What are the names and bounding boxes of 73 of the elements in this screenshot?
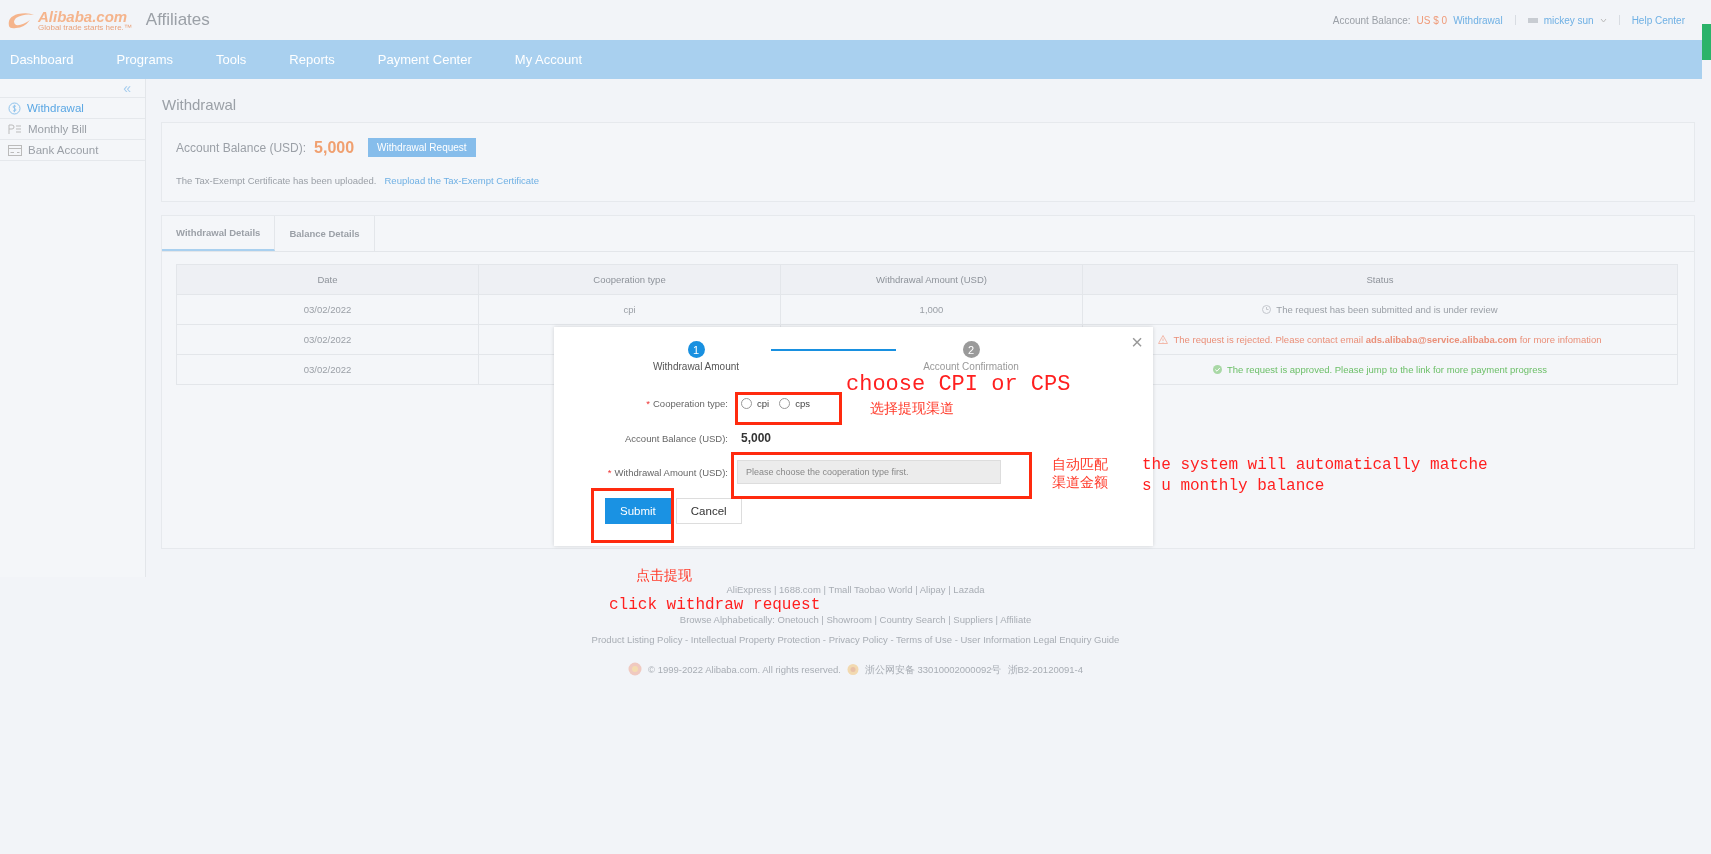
page-title: Withdrawal — [162, 96, 238, 113]
tab[interactable]: Withdrawal Details — [162, 216, 276, 251]
nav-item[interactable]: Reports — [279, 52, 355, 67]
annotation-note: choose CPI or CPS — [846, 373, 1071, 397]
step-number: 2 — [962, 341, 980, 358]
field-label: Account Balance (USD): — [624, 432, 729, 444]
nav-item[interactable]: Programs — [106, 52, 193, 67]
warning-icon — [1158, 334, 1169, 344]
footer-links: Browse Alphabetically: Onetouch | Showroom | Country Search | Suppliers | Affiliate — [679, 614, 1032, 625]
status-text: The request has been submitted and is under review — [1276, 303, 1498, 315]
close-button[interactable]: × — [1131, 332, 1143, 352]
tab[interactable]: Balance Details — [275, 216, 375, 251]
table-cell: 03/02/2022 — [303, 364, 352, 375]
reupload-link[interactable]: Reupload the Tax-Exempt Certificate — [384, 175, 540, 186]
caret-icon — [1599, 17, 1607, 23]
nav-item[interactable]: My Account — [504, 52, 602, 67]
field-label: * Cooperation type: — [645, 398, 729, 409]
table-cell: 1,000 — [919, 304, 944, 315]
app-title: Affiliates — [145, 10, 210, 30]
annotation-note: 选择提现渠道 — [870, 399, 954, 417]
side-tab[interactable] — [1702, 24, 1711, 60]
annotation-note: click withdraw request — [609, 597, 821, 613]
bill-icon — [8, 123, 22, 135]
check-circle-icon — [1213, 364, 1222, 374]
copyright: © 1999-2022 Alibaba.com. All rights reserved. — [648, 663, 841, 675]
certificate-notice: The Tax-Exempt Certificate has been uploaded. — [176, 175, 377, 186]
table-cell: 03/02/2022 — [303, 304, 352, 315]
table-cell: cpi — [623, 304, 636, 315]
withdrawal-request-button[interactable]: Withdrawal Request — [368, 138, 476, 157]
dollar-icon — [8, 101, 21, 115]
step-label: Account Confirmation — [923, 361, 1019, 372]
balance-label: Account Balance (USD): — [176, 140, 307, 155]
logo-tagline: Global trade starts here.™ — [38, 23, 132, 32]
nav-item[interactable]: Dashboard — [0, 52, 94, 67]
license-number: 浙B2-20120091-4 — [1007, 663, 1083, 675]
balance-label: Account Balance: — [1332, 14, 1411, 26]
card-icon — [8, 144, 22, 156]
radio-option[interactable]: cpi — [741, 398, 770, 409]
nav-item[interactable]: Payment Center — [367, 52, 492, 67]
balance-value: 5,000 — [314, 138, 355, 157]
step-label: Withdrawal Amount — [652, 361, 740, 372]
sidebar-item[interactable]: Monthly Bill — [28, 123, 87, 135]
balance-value: 5,000 — [741, 431, 772, 445]
logo-name: Alibaba.com — [38, 8, 128, 24]
sidebar-item[interactable]: Bank Account — [28, 144, 99, 156]
police-record: 浙公网安备 33010002000092号 — [864, 663, 1002, 675]
annotation-note: 点击提现 — [636, 566, 692, 584]
nav-item[interactable]: Tools — [205, 52, 267, 67]
annotation-note: 自动匹配渠道金额 — [1052, 455, 1108, 491]
column-header: Date — [317, 274, 338, 285]
user-menu[interactable]: mickey sun — [1543, 14, 1594, 26]
clock-icon — [1262, 304, 1272, 314]
status-text: The request is rejected. Please contact email ads.alibaba@service.alibaba.com for more infomation — [1173, 333, 1602, 345]
sidebar-item[interactable]: Withdrawal — [27, 102, 84, 114]
emblem-icon — [628, 662, 642, 676]
submit-button[interactable]: Submit — [605, 498, 671, 524]
table-cell: 03/02/2022 — [303, 334, 352, 345]
column-header: Status — [1366, 274, 1394, 285]
cancel-button[interactable]: Cancel — [675, 498, 742, 524]
collapse-button[interactable]: « — [123, 79, 131, 97]
help-link[interactable]: Help Center — [1631, 14, 1685, 26]
balance-value: US $ 0 — [1416, 14, 1448, 26]
footer-links: AliExpress | 1688.com | Tmall Taobao World | Alipay | Lazada — [726, 584, 985, 595]
footer-links: Product Listing Policy - Intellectual Property Protection - Privacy Policy - Terms of Use - User Information Legal Enquiry Guide — [591, 634, 1120, 645]
step-number: 1 — [687, 341, 705, 358]
status-text: The request is approved. Please jump to the link for more payment progress — [1227, 363, 1547, 375]
field-label: * Withdrawal Amount (USD): — [606, 466, 729, 478]
badge-icon — [846, 662, 859, 676]
annotation-note: the system will automatically matche s u monthly balance — [1142, 455, 1488, 497]
column-header: Withdrawal Amount (USD) — [876, 274, 987, 285]
radio-option[interactable]: cps — [779, 398, 810, 409]
column-header: Cooperation type — [593, 274, 666, 285]
withdrawal-link[interactable]: Withdrawal — [1453, 14, 1503, 26]
